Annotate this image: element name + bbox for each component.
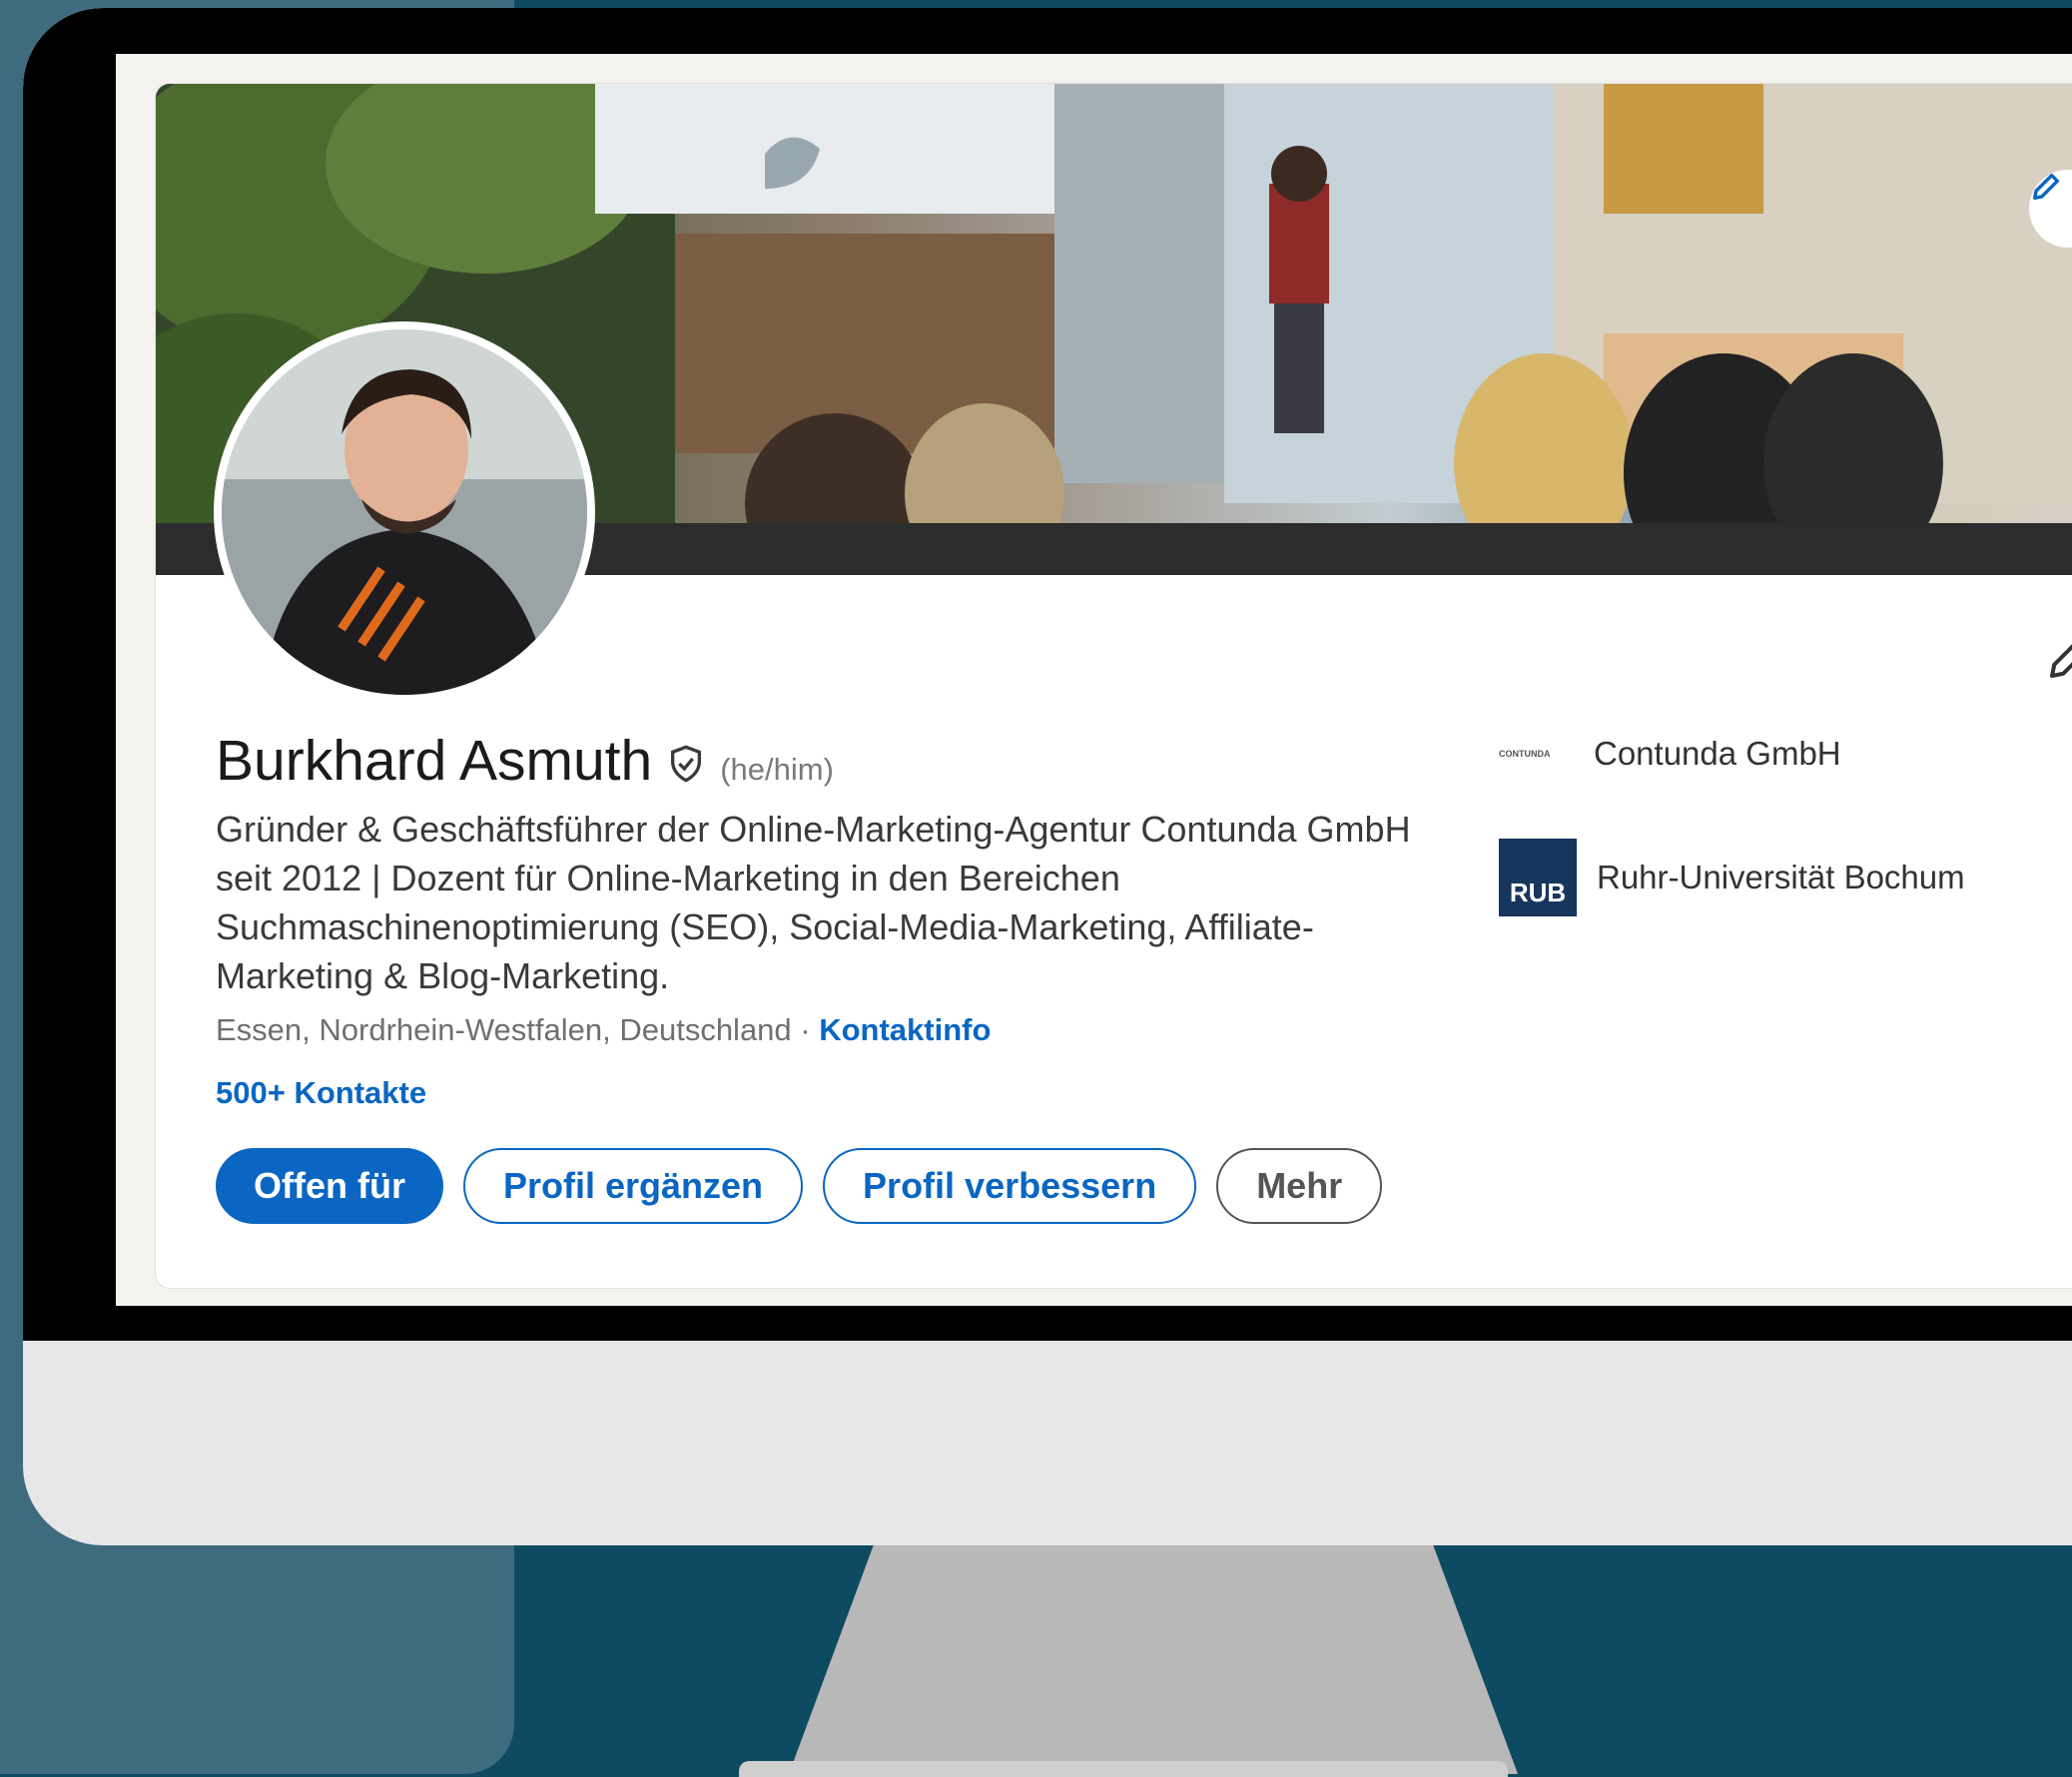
pronouns: (he/him) (720, 752, 834, 787)
profile-name: Burkhard Asmuth (216, 729, 653, 793)
profile-photo[interactable] (214, 321, 595, 703)
enhance-profile-button[interactable]: Profil verbessern (823, 1148, 1197, 1224)
org-item-rub[interactable]: RUB Ruhr-Universität Bochum (1499, 839, 1965, 916)
avatar-illustration (222, 329, 587, 695)
profile-card: Burkhard Asmuth (he/him) Gründer & Gesch… (156, 84, 2072, 1288)
name-row: Burkhard Asmuth (he/him) (216, 728, 834, 794)
contact-info-link[interactable]: Kontaktinfo (819, 1012, 991, 1047)
edit-intro-pencil-icon[interactable] (2043, 631, 2072, 685)
pencil-icon (2032, 173, 2060, 201)
monitor-stand-foot (739, 1761, 1508, 1777)
connections-link[interactable]: 500+ Kontakte (216, 1075, 426, 1111)
shield-check-icon[interactable] (666, 744, 706, 784)
more-button[interactable]: Mehr (1216, 1148, 1383, 1224)
location-line: Essen, Nordrhein-Westfalen, Deutschland … (216, 1012, 991, 1048)
monitor-stand (789, 1537, 1518, 1774)
org-item-contunda[interactable]: CONTUNDA Contunda GmbH (1499, 735, 1841, 773)
open-to-button[interactable]: Offen für (216, 1148, 443, 1224)
monitor-bezel: Burkhard Asmuth (he/him) Gründer & Gesch… (23, 8, 2072, 1341)
org-name: Ruhr-Universität Bochum (1597, 859, 1965, 895)
contunda-logo: CONTUNDA (1499, 749, 1551, 759)
screen: Burkhard Asmuth (he/him) Gründer & Gesch… (116, 54, 2072, 1306)
rub-logo: RUB (1499, 839, 1577, 916)
location-text: Essen, Nordrhein-Westfalen, Deutschland … (216, 1012, 820, 1047)
profile-actions: Offen für Profil ergänzen Profil verbess… (216, 1148, 1383, 1224)
add-profile-section-button[interactable]: Profil ergänzen (462, 1148, 804, 1224)
profile-headline: Gründer & Geschäftsführer der Online-Mar… (216, 809, 1411, 996)
org-name: Contunda GmbH (1594, 735, 1841, 772)
monitor: Burkhard Asmuth (he/him) Gründer & Gesch… (23, 8, 2072, 1545)
